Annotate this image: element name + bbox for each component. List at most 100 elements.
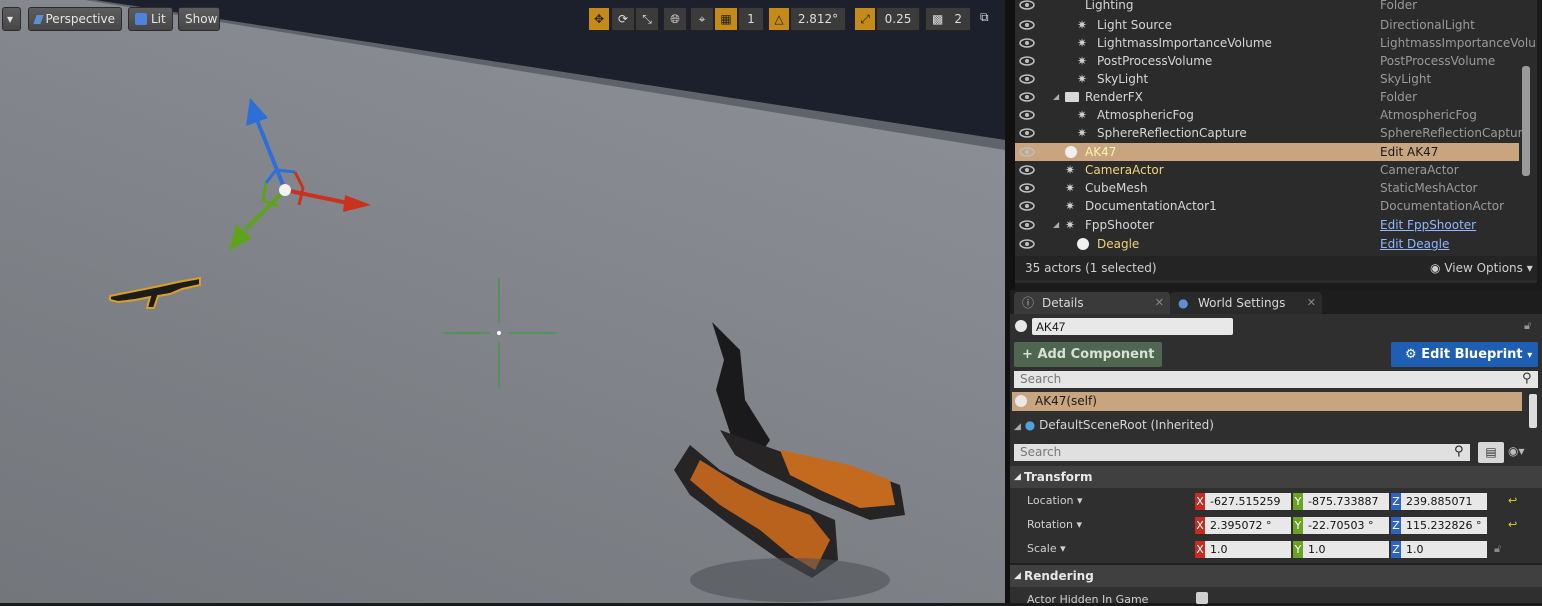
perspective-label: Perspective: [45, 12, 116, 26]
rotation-y-field[interactable]: -22.70503 °: [1303, 517, 1389, 534]
visibility-eye-icon[interactable]: [1019, 0, 1035, 12]
location-z-field[interactable]: 239.885071: [1401, 493, 1487, 510]
edit-blueprint-link[interactable]: Edit FppShooter: [1380, 216, 1476, 234]
outliner-row[interactable]: ✷ DocumentationActor1 DocumentationActor: [1015, 197, 1519, 215]
translate-icon[interactable]: ✥: [588, 7, 610, 31]
rotation-x-field[interactable]: 2.395072 °: [1205, 517, 1291, 534]
scale-snap-value[interactable]: 0.25: [876, 7, 920, 31]
details-tab-bar: ⓘ Details ✕ ● World Settings ✕: [1010, 290, 1542, 314]
visibility-eye-icon[interactable]: [1019, 181, 1035, 195]
outliner-row-lighting[interactable]: Lighting Folder: [1015, 0, 1519, 14]
actor-hidden-checkbox[interactable]: [1196, 592, 1208, 604]
maximize-icon[interactable]: ⧉: [980, 10, 994, 24]
visibility-eye-icon[interactable]: [1019, 72, 1035, 86]
actor-name-field[interactable]: [1032, 318, 1233, 335]
edit-blueprint-button[interactable]: ⚙ Edit Blueprint ▾: [1391, 342, 1538, 367]
visibility-eye-icon[interactable]: [1019, 126, 1035, 140]
lit-button[interactable]: Lit: [128, 7, 173, 31]
edit-blueprint-link[interactable]: Edit AK47: [1380, 143, 1438, 161]
reflection-icon: ✷: [1077, 126, 1088, 140]
visibility-eye-icon[interactable]: [1019, 90, 1035, 104]
expand-arrow-icon[interactable]: ◢: [1053, 88, 1059, 106]
ak47-actor[interactable]: [109, 276, 201, 309]
visibility-eye-icon[interactable]: [1019, 237, 1035, 251]
location-y-field[interactable]: -875.733887: [1303, 493, 1389, 510]
scale-lock-icon[interactable]: 🔓︎: [1494, 542, 1501, 556]
outliner-row[interactable]: AK47 Edit AK47: [1015, 143, 1519, 161]
chevron-down-icon: ▾: [1527, 350, 1533, 361]
outliner-row-type: CameraActor: [1380, 163, 1459, 177]
transform-section-header[interactable]: ◢ Transform: [1010, 466, 1542, 488]
visibility-eye-icon[interactable]: [1019, 218, 1035, 232]
outliner-row[interactable]: ◢ ✷ FppShooter Edit FppShooter: [1015, 216, 1519, 234]
outliner-row-type: AtmosphericFog: [1380, 108, 1477, 122]
rotate-icon[interactable]: ⟳: [611, 7, 635, 31]
component-self-row[interactable]: AK47(self): [1012, 392, 1522, 411]
component-root-row[interactable]: ◢ ● DefaultSceneRoot (Inherited): [1014, 418, 1214, 432]
edit-blueprint-link[interactable]: Edit Deagle: [1380, 235, 1449, 253]
visibility-eye-icon[interactable]: [1019, 54, 1035, 68]
reset-arrow-icon[interactable]: ↩: [1508, 494, 1517, 507]
viewport-options-button[interactable]: ▾: [2, 7, 21, 31]
rotation-label[interactable]: Rotation ▾: [1027, 518, 1082, 531]
eye-icon[interactable]: ◉▾: [1508, 444, 1525, 458]
rendering-section-header[interactable]: ◢ Rendering: [1010, 565, 1542, 587]
outliner-row[interactable]: ✷ SphereReflectionCapture SphereReflection…: [1015, 124, 1530, 142]
outliner-row[interactable]: ✷ LightmassImportanceVolume LightmassImpor…: [1015, 34, 1536, 52]
level-viewport[interactable]: ▾ Perspective Lit Show ✥ ⟳ ⤡ 🌐︎ ⌖ ▦ 1 △ …: [0, 0, 1005, 603]
rotation-snap-value[interactable]: 2.812°: [790, 7, 846, 31]
outliner-row-name: SphereReflectionCapture: [1097, 126, 1247, 140]
grid-size[interactable]: 1: [738, 7, 764, 31]
view-options-button[interactable]: ◉ View Options ▾: [1430, 256, 1533, 280]
outliner-row[interactable]: Deagle Edit Deagle: [1015, 235, 1519, 253]
lock-icon[interactable]: 🔓︎: [1524, 319, 1531, 333]
expand-arrow-icon[interactable]: ◢: [1053, 216, 1059, 234]
close-icon[interactable]: ✕: [1307, 292, 1316, 314]
perspective-button[interactable]: Perspective: [28, 7, 122, 31]
property-matrix-icon[interactable]: ▤: [1478, 442, 1504, 463]
reset-arrow-icon[interactable]: ↩: [1508, 518, 1517, 531]
grid-snap-icon[interactable]: ▦: [714, 7, 738, 31]
show-button[interactable]: Show: [178, 7, 220, 31]
visibility-eye-icon[interactable]: [1019, 199, 1035, 213]
visibility-eye-icon[interactable]: [1019, 163, 1035, 177]
close-icon[interactable]: ✕: [1155, 292, 1164, 314]
location-label[interactable]: Location ▾: [1027, 494, 1083, 507]
visibility-eye-icon[interactable]: [1019, 36, 1035, 50]
scale-snap-icon[interactable]: ⤢: [854, 7, 876, 31]
add-component-button[interactable]: + Add Component ▾: [1014, 342, 1162, 386]
outliner-row[interactable]: ✷ CubeMesh StaticMeshActor: [1015, 179, 1519, 197]
collapse-arrow-icon: ◢: [1014, 571, 1021, 581]
outliner-scrollbar[interactable]: [1522, 66, 1530, 176]
scale-y-field[interactable]: 1.0: [1303, 541, 1389, 558]
tab-details-label: Details: [1042, 296, 1084, 310]
camera-icon: ✷: [1065, 163, 1076, 177]
outliner-row[interactable]: ◢ RenderFX Folder: [1015, 88, 1519, 106]
outliner-row-type: Folder: [1380, 0, 1418, 12]
outliner-row[interactable]: ✷ SkyLight SkyLight: [1015, 70, 1519, 88]
surface-snap-icon[interactable]: ⌖: [690, 7, 714, 31]
tab-world-settings[interactable]: ● World Settings ✕: [1170, 292, 1322, 314]
tab-details[interactable]: ⓘ Details ✕: [1014, 292, 1170, 314]
visibility-eye-icon[interactable]: [1019, 145, 1035, 159]
component-root-label: DefaultSceneRoot (Inherited): [1039, 418, 1214, 432]
scale-icon[interactable]: ⤡: [635, 7, 659, 31]
camera-speed-button[interactable]: ▩ 2: [925, 7, 971, 31]
property-search-input[interactable]: Search: [1014, 444, 1470, 461]
world-local-icon[interactable]: 🌐︎: [663, 7, 687, 31]
location-x-field[interactable]: -627.515259: [1205, 493, 1291, 510]
component-search-input[interactable]: Search: [1014, 371, 1538, 388]
component-scrollbar[interactable]: [1529, 394, 1537, 428]
scale-label[interactable]: Scale ▾: [1027, 542, 1066, 555]
scale-z-field[interactable]: 1.0: [1401, 541, 1487, 558]
rotation-snap-icon[interactable]: △: [768, 7, 790, 31]
transform-gizmo[interactable]: [229, 98, 371, 251]
visibility-eye-icon[interactable]: [1019, 108, 1035, 122]
outliner-row[interactable]: ✷ Light Source DirectionalLight: [1015, 16, 1519, 34]
outliner-row[interactable]: ✷ CameraActor CameraActor: [1015, 161, 1519, 179]
visibility-eye-icon[interactable]: [1019, 18, 1035, 32]
scale-x-field[interactable]: 1.0: [1205, 541, 1291, 558]
outliner-row[interactable]: ✷ AtmosphericFog AtmosphericFog: [1015, 106, 1519, 124]
outliner-row[interactable]: ✷ PostProcessVolume PostProcessVolume: [1015, 52, 1519, 70]
rotation-z-field[interactable]: 115.232826 °: [1401, 517, 1487, 534]
